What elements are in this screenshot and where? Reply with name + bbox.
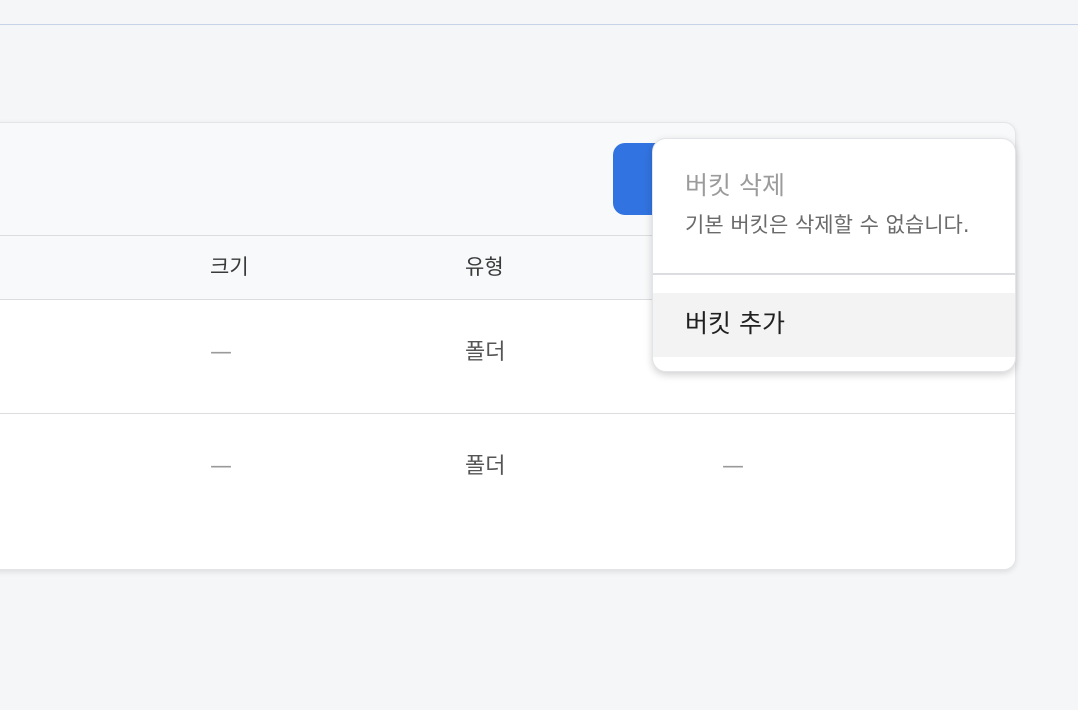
cell-size: — — [210, 340, 232, 365]
menu-item-delete-bucket-hint: 기본 버킷은 삭제할 수 없습니다. — [685, 213, 970, 237]
cell-type: 폴더 — [465, 454, 506, 479]
cell-size: — — [210, 454, 232, 479]
column-header-size[interactable]: 크기 — [210, 257, 249, 278]
header-divider — [0, 24, 1078, 25]
menu-item-delete-bucket-label: 버킷 삭제 — [685, 171, 785, 200]
column-header-type[interactable]: 유형 — [465, 257, 504, 278]
cell-type: 폴더 — [465, 340, 506, 365]
cell-extra: — — [722, 454, 744, 479]
menu-item-add-bucket[interactable]: 버킷 추가 — [653, 293, 1015, 357]
menu-item-add-bucket-label: 버킷 추가 — [685, 309, 785, 338]
menu-item-delete-bucket: 버킷 삭제 기본 버킷은 삭제할 수 없습니다. — [653, 139, 1015, 275]
table-row[interactable]: — 폴더 — — [0, 414, 1015, 569]
bucket-actions-menu: 버킷 삭제 기본 버킷은 삭제할 수 없습니다. 버킷 추가 — [652, 138, 1016, 372]
